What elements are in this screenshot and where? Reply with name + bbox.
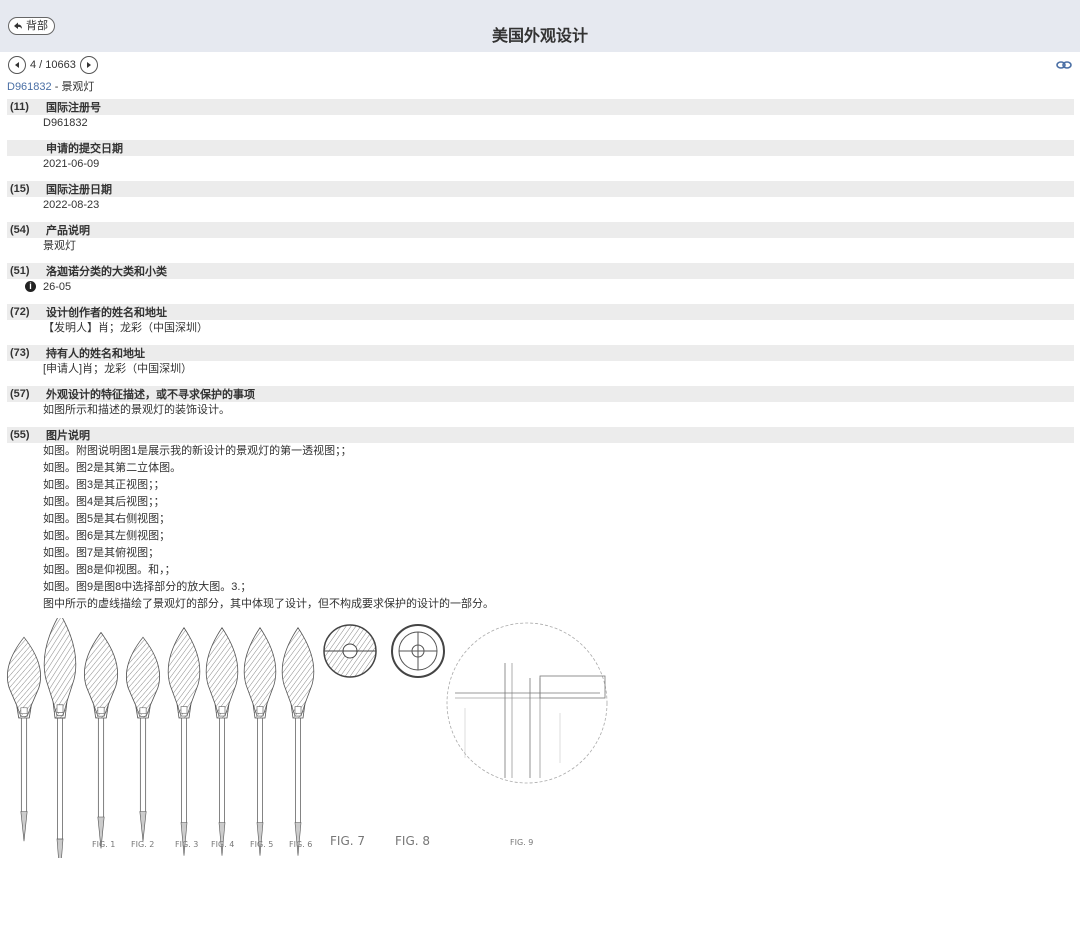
field-number: (57) xyxy=(10,388,30,400)
prev-arrow-icon xyxy=(15,62,19,68)
field-number: (73) xyxy=(10,347,30,359)
field-number: (54) xyxy=(10,224,30,236)
field-header: (73) 持有人的姓名和地址 xyxy=(7,345,1074,361)
field-number: (55) xyxy=(10,429,30,441)
field-value: [申请人]肖；龙彩（中国深圳） xyxy=(43,363,193,375)
fig-3-drawing xyxy=(84,632,118,849)
fig-9-drawing xyxy=(446,622,608,784)
fig-5-drawing xyxy=(167,627,201,857)
locarno-value: 26-05 xyxy=(43,281,72,293)
fig-label: FIG. 6 xyxy=(289,840,313,849)
field-number: (11) xyxy=(10,101,29,113)
field-header: (54) 产品说明 xyxy=(7,222,1074,238)
page-title: 美国外观设计 xyxy=(491,26,588,45)
info-icon[interactable]: i xyxy=(25,281,36,292)
fig-label: FIG. 1 xyxy=(92,840,116,849)
field-list: (11) 国际注册号 D961832 申请的提交日期 2021-06-09 (15… xyxy=(7,99,1074,621)
record-code[interactable]: D961832 xyxy=(7,81,52,93)
pager-position: 4 / 10663 xyxy=(30,59,76,71)
field-label: 图片说明 xyxy=(46,430,90,442)
design-drawings xyxy=(7,613,608,878)
field-product: (54) 产品说明 景观灯 xyxy=(7,222,1074,255)
pager: 4 / 10663 xyxy=(8,56,98,74)
record-separator: - xyxy=(51,81,62,93)
fig-6-drawing xyxy=(205,627,239,857)
field-label: 洛迦诺分类的大类和小类 xyxy=(46,266,167,278)
field-label: 外观设计的特征描述，或不寻求保护的事项 xyxy=(46,389,255,401)
field-label: 持有人的姓名和地址 xyxy=(46,348,145,360)
field-reg-date: (15) 国际注册日期 2022-08-23 xyxy=(7,181,1074,214)
field-locarno: (51) 洛迦诺分类的大类和小类 i 26-05 xyxy=(7,263,1074,296)
desc-line: 图中所示的虚线描绘了景观灯的部分，其中体现了设计，但不构成要求保护的设计的一部分… xyxy=(43,598,494,610)
desc-line: 如图。图3是其正视图；； xyxy=(43,479,165,491)
desc-line: 如图。图2是其第二立体图。 xyxy=(43,462,182,474)
desc-line: 如图。图7是其俯视图； xyxy=(43,547,160,559)
field-header: (15) 国际注册日期 xyxy=(7,181,1074,197)
fig-label: FIG. 5 xyxy=(250,840,274,849)
field-value: 2021-06-09 xyxy=(43,158,100,170)
field-header: (55) 图片说明 xyxy=(7,427,1074,443)
field-filing-date: 申请的提交日期 2021-06-09 xyxy=(7,140,1074,173)
field-value: D961832 xyxy=(43,117,88,129)
fig-6c-drawing xyxy=(281,627,315,857)
record-subtitle: D961832 - 景观灯 xyxy=(7,78,94,94)
record-name: 景观灯 xyxy=(61,81,95,93)
fig-8-drawing xyxy=(391,624,445,678)
next-button[interactable] xyxy=(79,56,98,74)
field-value: 如图所示和描述的景观灯的装饰设计。 xyxy=(43,404,230,416)
field-header: (51) 洛迦诺分类的大类和小类 xyxy=(7,263,1074,279)
field-header: (11) 国际注册号 xyxy=(7,99,1074,115)
field-label: 申请的提交日期 xyxy=(46,143,123,155)
field-value: 2022-08-23 xyxy=(43,199,100,211)
field-value: 【发明人】肖；龙彩（中国深圳） xyxy=(43,322,208,334)
prev-button[interactable] xyxy=(8,56,26,74)
field-header: (72) 设计创作者的姓名和地址 xyxy=(7,304,1074,320)
field-figure-desc: (55) 图片说明 如图。附图说明图1是展示我的新设计的景观灯的第一透视图；； 如… xyxy=(7,427,1074,613)
desc-line: 如图。图9是图8中选择部分的放大图。3.； xyxy=(43,581,252,593)
field-designer: (72) 设计创作者的姓名和地址 【发明人】肖；龙彩（中国深圳） xyxy=(7,304,1074,337)
desc-line: 如图。图8是仰视图。和，； xyxy=(43,564,176,576)
desc-line: 如图。附图说明图1是展示我的新设计的景观灯的第一透视图；； xyxy=(43,445,352,457)
field-value: 景观灯 xyxy=(43,240,76,252)
fig-2-drawing xyxy=(43,613,77,878)
fig-7-drawing xyxy=(323,624,377,678)
field-label: 设计创作者的姓名和地址 xyxy=(46,307,167,319)
field-header: (57) 外观设计的特征描述，或不寻求保护的事项 xyxy=(7,386,1074,402)
field-header: 申请的提交日期 xyxy=(7,140,1074,156)
field-label: 产品说明 xyxy=(46,225,90,237)
top-bar: 背部 美国外观设计 xyxy=(0,0,1080,52)
field-intl-reg-no: (11) 国际注册号 D961832 xyxy=(7,99,1074,132)
fig-4-drawing xyxy=(126,636,160,842)
fig-label: FIG. 8 xyxy=(395,834,431,848)
field-number: (51) xyxy=(10,265,30,277)
field-number: (15) xyxy=(10,183,30,195)
field-holder: (73) 持有人的姓名和地址 [申请人]肖；龙彩（中国深圳） xyxy=(7,345,1074,378)
field-value: 如图。附图说明图1是展示我的新设计的景观灯的第一透视图；； 如图。图2是其第二立… xyxy=(7,443,1074,613)
fig-label: FIG. 7 xyxy=(330,834,366,848)
field-description: (57) 外观设计的特征描述，或不寻求保护的事项 如图所示和描述的景观灯的装饰设计… xyxy=(7,386,1074,419)
fig-label: FIG. 3 xyxy=(175,840,199,849)
fig-label: FIG. 4 xyxy=(211,840,235,849)
desc-line: 如图。图6是其左侧视图； xyxy=(43,530,171,542)
field-value: i 26-05 xyxy=(7,279,1074,296)
next-arrow-icon xyxy=(86,62,91,68)
fig-6b-drawing xyxy=(243,627,277,857)
desc-line: 如图。图4是其后视图；； xyxy=(43,496,165,508)
field-number: (72) xyxy=(10,306,30,318)
link-icon[interactable] xyxy=(1056,60,1072,70)
fig-label: FIG. 2 xyxy=(131,840,155,849)
fig-1-drawing xyxy=(7,636,41,842)
field-label: 国际注册日期 xyxy=(46,184,112,196)
desc-line: 如图。图5是其右侧视图； xyxy=(43,513,171,525)
fig-label: FIG. 9 xyxy=(510,838,534,847)
design-figures: FIG. 1 FIG. 2 FIG. 3 FIG. 4 FIG. 5 FIG. … xyxy=(0,613,620,878)
field-label: 国际注册号 xyxy=(46,102,101,114)
